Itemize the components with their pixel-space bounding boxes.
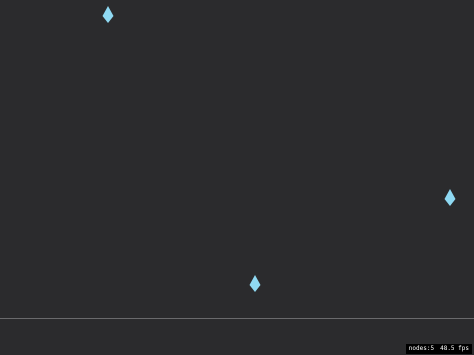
raindrop-icon: [249, 275, 261, 292]
ground-line: [0, 318, 474, 319]
node-count-label: nodes:5: [408, 345, 435, 352]
game-scene[interactable]: nodes:5 48.5 fps: [0, 0, 474, 355]
debug-stats-overlay: nodes:5 48.5 fps: [405, 344, 472, 354]
raindrop-icon: [444, 189, 456, 206]
fps-label: 48.5 fps: [440, 345, 469, 352]
raindrop-icon: [102, 6, 114, 23]
